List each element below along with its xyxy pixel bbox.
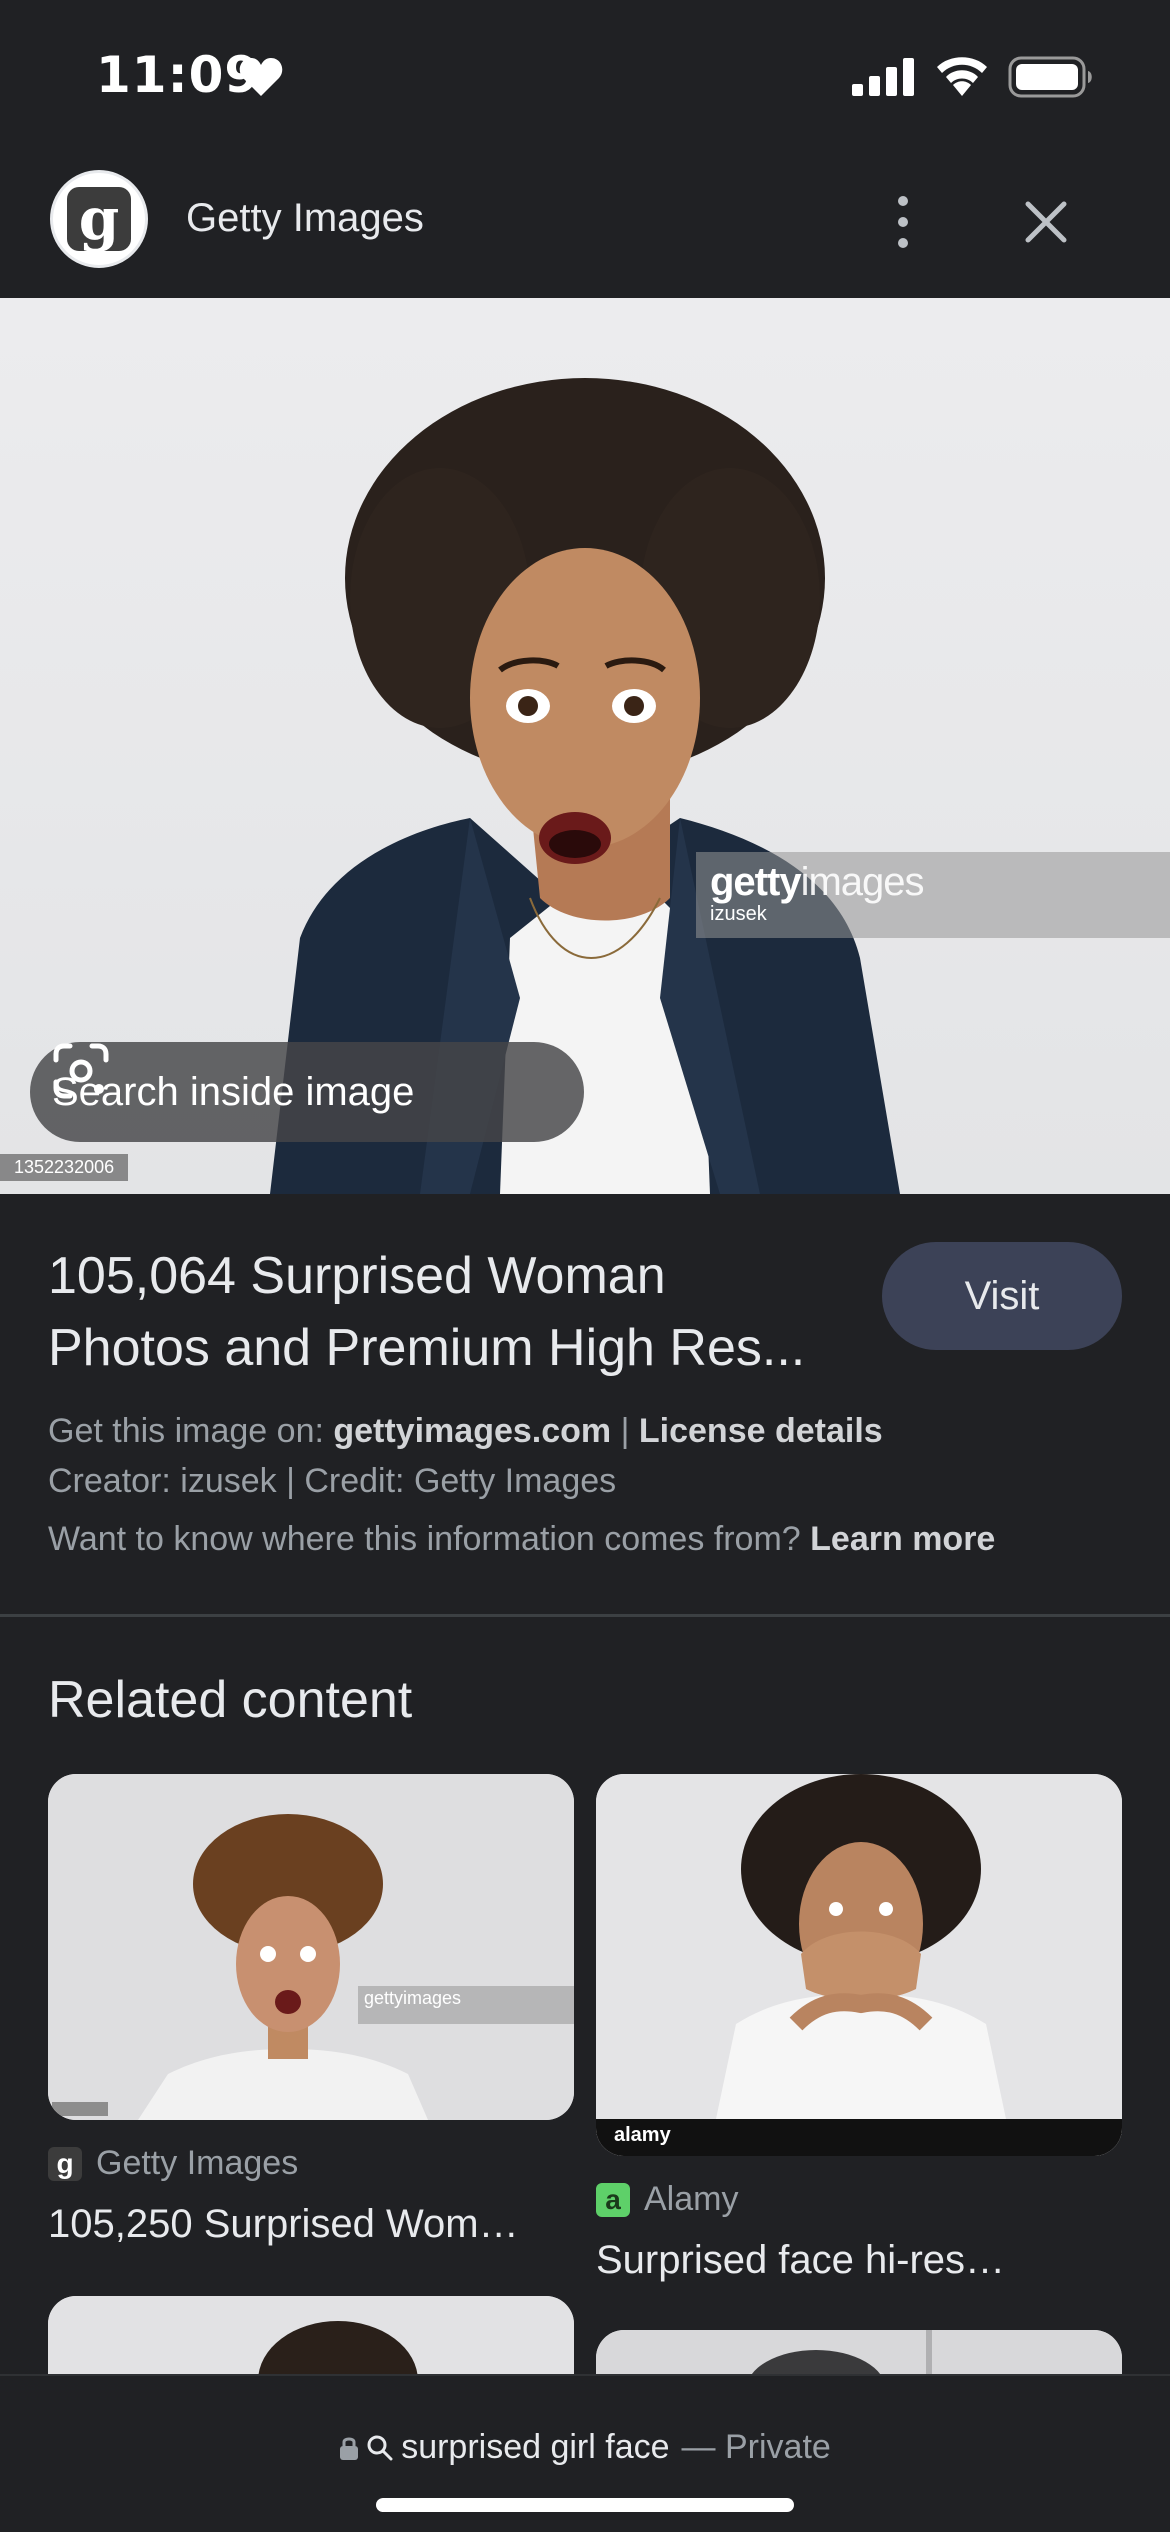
status-time: 11:09 bbox=[96, 46, 261, 104]
search-inside-image-button[interactable]: Search inside image bbox=[30, 1042, 584, 1142]
info-source-line: Want to know where this information come… bbox=[48, 1520, 995, 1559]
related-content-heading: Related content bbox=[48, 1671, 413, 1729]
status-bar: 11:09 bbox=[0, 0, 1170, 150]
search-icon bbox=[367, 2435, 393, 2460]
related-source-1: g Getty Images bbox=[48, 2144, 298, 2183]
wifi-icon bbox=[937, 57, 987, 96]
creator-credit-line: Creator: izusek | Credit: Getty Images bbox=[48, 1462, 617, 1500]
watermark-creator: izusek bbox=[710, 903, 767, 925]
hero-image[interactable]: gettyimages izusek 1352232006 Search ins… bbox=[0, 298, 1170, 1194]
alamy-favicon-icon: a bbox=[596, 2182, 630, 2217]
search-query: surprised girl face bbox=[401, 2428, 670, 2466]
site-name: Getty Images bbox=[186, 196, 424, 240]
related-image-3[interactable] bbox=[48, 2296, 574, 2386]
source-site-link[interactable]: gettyimages.com bbox=[333, 1412, 611, 1450]
close-icon[interactable] bbox=[1018, 194, 1074, 250]
result-title-line1: 105,064 Surprised Woman bbox=[48, 1247, 666, 1305]
related-image-2[interactable]: alamy bbox=[596, 1774, 1122, 2156]
result-title-line2: Photos and Premium High Res... bbox=[48, 1319, 806, 1377]
logo-letter: g bbox=[67, 187, 131, 251]
info-question: Want to know where this information come… bbox=[48, 1520, 801, 1558]
address-field[interactable]: surprised girl face — Private bbox=[0, 2428, 1170, 2467]
related-photo-3 bbox=[48, 2296, 574, 2386]
related-title-2[interactable]: Surprised face hi-res… bbox=[596, 2238, 1005, 2283]
getty-images-logo[interactable]: g bbox=[50, 170, 148, 268]
related-watermark-2: alamy bbox=[614, 2124, 671, 2146]
private-mode-label: — Private bbox=[682, 2428, 831, 2467]
license-details-link[interactable]: License details bbox=[639, 1412, 883, 1450]
heart-icon bbox=[239, 58, 283, 96]
getty-watermark: gettyimages izusek bbox=[696, 852, 1170, 938]
lock-icon bbox=[340, 2437, 359, 2460]
get-image-prefix: Get this image on: bbox=[48, 1412, 324, 1450]
private-label: Private bbox=[724, 2428, 831, 2466]
bottom-address-bar: surprised girl face — Private bbox=[0, 2374, 1170, 2532]
learn-more-link[interactable]: Learn more bbox=[810, 1520, 995, 1558]
google-lens-icon bbox=[53, 1043, 109, 1099]
section-divider bbox=[0, 1614, 1170, 1617]
more-options-icon[interactable] bbox=[878, 194, 928, 250]
related-source-name-1: Getty Images bbox=[96, 2144, 299, 2182]
related-photo-2 bbox=[596, 1774, 1122, 2156]
watermark-brand: getty bbox=[710, 860, 802, 904]
getty-favicon-icon: g bbox=[48, 2146, 82, 2181]
meta-separator: | bbox=[620, 1412, 630, 1450]
related-watermark-1: gettyimages bbox=[364, 1988, 462, 2008]
query-dash: — bbox=[681, 2428, 716, 2466]
related-source-2: a Alamy bbox=[596, 2180, 738, 2219]
viewer-header: g Getty Images bbox=[0, 150, 1170, 298]
related-photo-1 bbox=[48, 1774, 574, 2120]
home-indicator[interactable] bbox=[376, 2498, 794, 2512]
result-title[interactable]: 105,064 Surprised Woman Photos and Premi… bbox=[48, 1240, 868, 1384]
related-image-1[interactable]: gettyimages bbox=[48, 1774, 574, 2120]
battery-icon bbox=[1008, 56, 1092, 98]
visit-button[interactable]: Visit bbox=[882, 1242, 1122, 1350]
related-title-1[interactable]: 105,250 Surprised Wom… bbox=[48, 2202, 519, 2247]
cellular-signal-icon bbox=[852, 58, 914, 96]
get-image-line: Get this image on: gettyimages.com | Lic… bbox=[48, 1412, 883, 1451]
image-id-label: 1352232006 bbox=[0, 1154, 129, 1181]
watermark-brand-suffix: images bbox=[800, 860, 925, 904]
related-source-name-2: Alamy bbox=[644, 2180, 739, 2218]
